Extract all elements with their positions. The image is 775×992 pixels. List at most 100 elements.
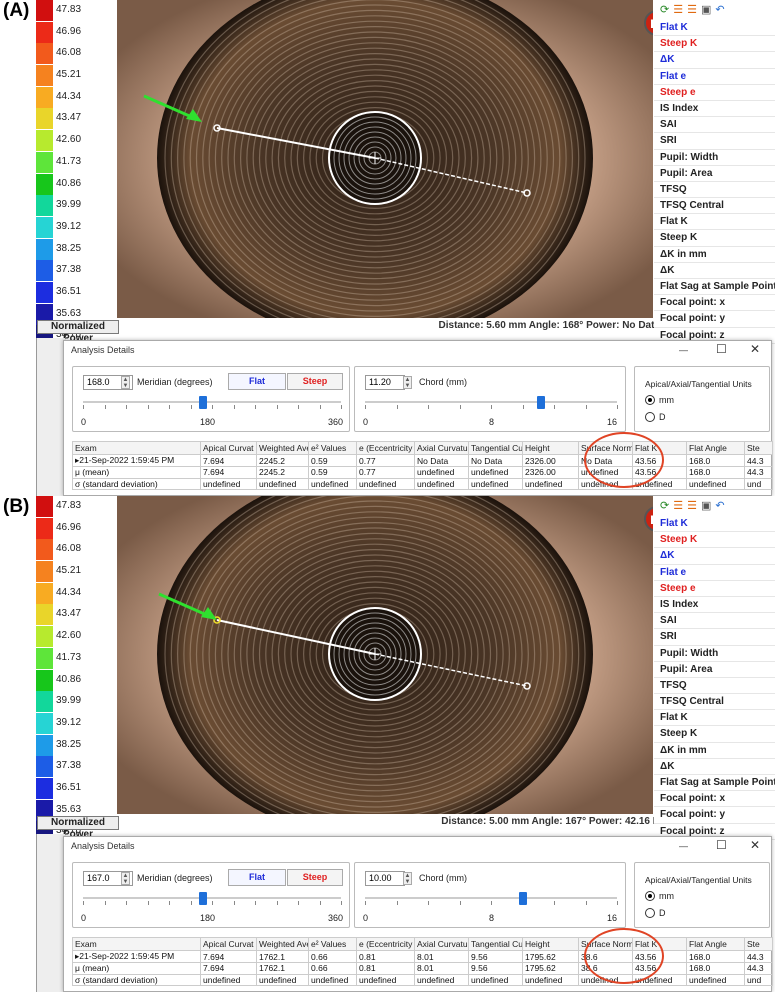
column-header[interactable]: Weighted Ave	[256, 937, 309, 951]
steep-button[interactable]: Steep	[287, 869, 343, 886]
index-item[interactable]: Flat K	[654, 516, 775, 533]
list-red-icon[interactable]: ☰	[673, 500, 683, 512]
flat-button[interactable]: Flat	[228, 373, 286, 390]
index-item[interactable]: SAI	[654, 117, 775, 134]
unit-d-radio[interactable]	[645, 908, 655, 918]
column-header[interactable]: Tangential Cu	[468, 937, 523, 951]
index-item[interactable]: SAI	[654, 613, 775, 630]
steep-button[interactable]: Steep	[287, 373, 343, 390]
index-item[interactable]: ΔK	[654, 759, 775, 775]
chord-slider-thumb[interactable]	[537, 396, 546, 409]
column-header[interactable]: Weighted Ave	[256, 441, 309, 455]
unit-mm-radio[interactable]	[645, 891, 655, 901]
column-header[interactable]: Axial Curvatur	[414, 441, 469, 455]
column-header[interactable]: Apical Curvat	[200, 937, 257, 951]
table-row[interactable]: ▸21-Sep-2022 1:59:45 PM 7.694 2245.2 0.59 0.…	[72, 454, 773, 467]
index-item[interactable]: IS Index	[654, 597, 775, 614]
index-item[interactable]: Flat K	[654, 214, 775, 231]
index-item[interactable]: Pupil: Area	[654, 166, 775, 182]
index-item[interactable]: Steep K	[654, 726, 775, 743]
column-header[interactable]: e (Eccentricity	[356, 937, 415, 951]
chord-input[interactable]: 10.00	[365, 871, 405, 886]
index-item[interactable]: ΔK in mm	[654, 247, 775, 263]
index-item[interactable]: Pupil: Width	[654, 646, 775, 662]
chord-slider-thumb[interactable]	[518, 892, 527, 905]
index-item[interactable]: ΔK in mm	[654, 743, 775, 759]
minimize-button[interactable]: —	[679, 345, 688, 355]
index-item[interactable]: SRI	[654, 133, 775, 150]
index-item[interactable]: TFSQ Central	[654, 198, 775, 215]
back-arrow-icon[interactable]: ↶	[715, 500, 724, 512]
index-item[interactable]: Pupil: Area	[654, 662, 775, 678]
table-row[interactable]: μ (mean) 7.694 1762.1 0.66 0.81 8.01 9.56 1795.…	[72, 962, 773, 975]
index-item[interactable]: Focal point: y	[654, 311, 775, 328]
index-item[interactable]: Flat K	[654, 20, 775, 37]
meridian-slider-thumb[interactable]	[199, 396, 208, 409]
close-button[interactable]: ✕	[750, 342, 760, 356]
table-row[interactable]: ▸21-Sep-2022 1:59:45 PM 7.694 1762.1 0.66 0.…	[72, 950, 773, 963]
column-header[interactable]: Exam	[72, 441, 201, 455]
index-item[interactable]: Steep e	[654, 85, 775, 101]
flat-button[interactable]: Flat	[228, 869, 286, 886]
index-item[interactable]: Flat Sag at Sample Point	[654, 775, 775, 792]
meridian-spinner[interactable]: ▲ ▼	[121, 872, 130, 885]
column-header[interactable]: Axial Curvatur	[414, 937, 469, 951]
meridian-spinner[interactable]: ▲ ▼	[121, 376, 130, 389]
refresh-icon[interactable]: ⟳	[660, 500, 669, 512]
column-header[interactable]: Exam	[72, 937, 201, 951]
index-item[interactable]: Flat Sag at Sample Point	[654, 279, 775, 296]
column-header[interactable]: e² Values	[308, 937, 357, 951]
index-item[interactable]: Pupil: Width	[654, 150, 775, 166]
unit-mm-radio[interactable]	[645, 395, 655, 405]
column-header[interactable]: e (Eccentricity	[356, 441, 415, 455]
table-row[interactable]: σ (standard deviation) undefined undefined…	[72, 973, 773, 986]
refresh-icon[interactable]: ⟳	[660, 4, 669, 16]
save-icon[interactable]: ▣	[701, 4, 711, 16]
unit-d-radio[interactable]	[645, 412, 655, 422]
table-row[interactable]: σ (standard deviation) undefined undefined…	[72, 477, 773, 490]
maximize-button[interactable]: ☐	[716, 342, 727, 356]
meridian-slider-thumb[interactable]	[198, 892, 207, 905]
meridian-slider-track[interactable]	[83, 401, 342, 409]
index-item[interactable]: Focal point: x	[654, 791, 775, 808]
index-item[interactable]: Steep K	[654, 230, 775, 247]
column-header[interactable]: Apical Curvat	[200, 441, 257, 455]
column-header[interactable]: Height	[522, 937, 579, 951]
index-item[interactable]: TFSQ	[654, 678, 775, 695]
chord-spinner[interactable]: ▲ ▼	[403, 872, 412, 885]
index-item[interactable]: Focal point: y	[654, 807, 775, 824]
list-red-icon[interactable]: ☰	[673, 4, 683, 16]
column-header[interactable]: Flat Angle	[686, 441, 745, 455]
list-orange-icon[interactable]: ☰	[687, 500, 697, 512]
chord-slider-track[interactable]	[365, 401, 618, 409]
column-header[interactable]: Height	[522, 441, 579, 455]
column-header[interactable]: Tangential Cu	[468, 441, 523, 455]
chord-slider-track[interactable]	[365, 897, 618, 905]
index-item[interactable]: TFSQ	[654, 182, 775, 199]
column-header[interactable]: Ste	[744, 937, 773, 951]
scale-title-button[interactable]: Normalized Power	[37, 320, 119, 344]
minimize-button[interactable]: —	[679, 841, 688, 851]
table-row[interactable]: μ (mean) 7.694 2245.2 0.59 0.77 undefined unde…	[72, 466, 773, 479]
column-header[interactable]: Ste	[744, 441, 773, 455]
index-item[interactable]: IS Index	[654, 101, 775, 118]
index-item[interactable]: Flat e	[654, 565, 775, 581]
list-orange-icon[interactable]: ☰	[687, 4, 697, 16]
close-button[interactable]: ✕	[750, 838, 760, 852]
chord-input[interactable]: 11.20	[365, 375, 405, 390]
index-item[interactable]: Steep e	[654, 581, 775, 597]
column-header[interactable]: Flat Angle	[686, 937, 745, 951]
chord-spinner[interactable]: ▲ ▼	[403, 376, 412, 389]
maximize-button[interactable]: ☐	[716, 838, 727, 852]
index-item[interactable]: Flat e	[654, 69, 775, 85]
index-item[interactable]: Steep K	[654, 36, 775, 53]
index-item[interactable]: ΔK	[654, 52, 775, 69]
scale-title-button[interactable]: Normalized Power	[37, 816, 119, 840]
save-icon[interactable]: ▣	[701, 500, 711, 512]
index-item[interactable]: Flat K	[654, 710, 775, 727]
back-arrow-icon[interactable]: ↶	[715, 4, 724, 16]
index-item[interactable]: ΔK	[654, 548, 775, 565]
index-item[interactable]: ΔK	[654, 263, 775, 279]
column-header[interactable]: e² Values	[308, 441, 357, 455]
meridian-slider-track[interactable]	[83, 897, 342, 905]
